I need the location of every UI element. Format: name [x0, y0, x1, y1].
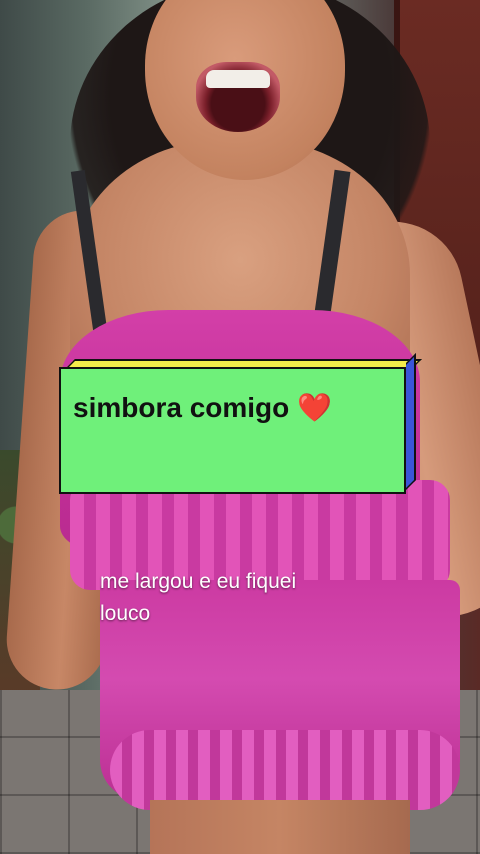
teeth: [206, 70, 270, 88]
video-frame: simbora comigo ❤️ me largou e eu fiquei …: [0, 0, 480, 854]
caption-line-2: louco: [100, 602, 151, 625]
caption-line-1: me largou e eu fiquei: [100, 570, 297, 593]
legs: [150, 800, 410, 854]
text-sticker: simbora comigo ❤️: [59, 353, 422, 494]
sticker-label: simbora comigo ❤️: [73, 391, 332, 424]
sticker-side-face: [406, 353, 416, 490]
sticker-top-face: [67, 359, 422, 367]
lyrics-caption: me largou e eu fiquei louco: [100, 566, 400, 630]
skirt-ruffle-hem: [110, 730, 460, 810]
red-heart-icon: ❤️: [297, 392, 332, 423]
sticker-text: simbora comigo: [73, 392, 290, 423]
sticker-front-face: simbora comigo ❤️: [59, 367, 406, 494]
